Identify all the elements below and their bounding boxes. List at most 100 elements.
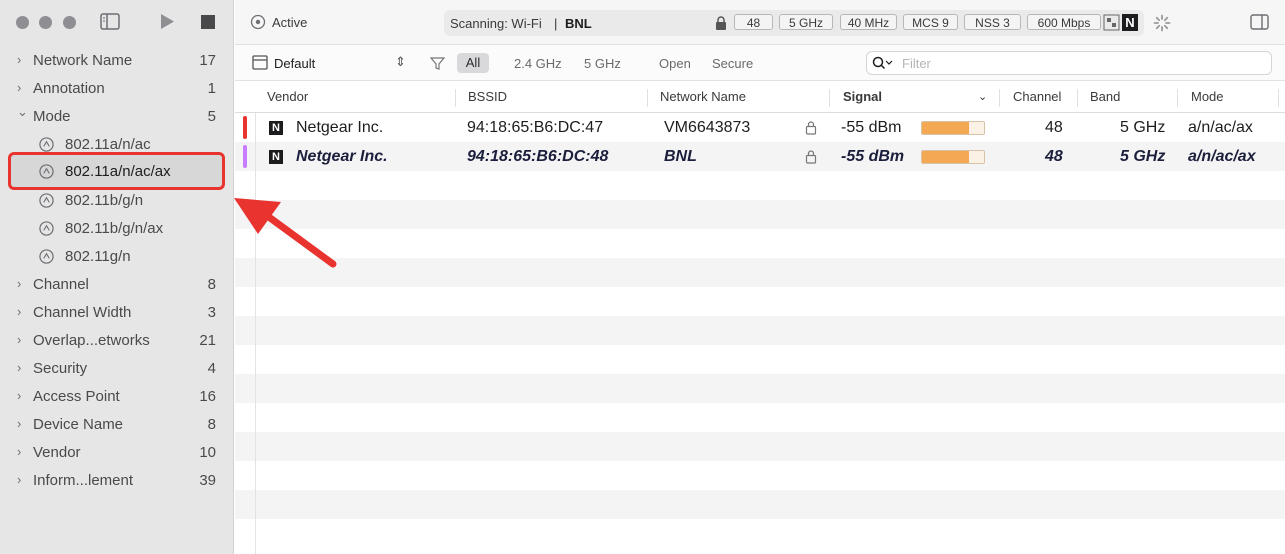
search-icon [872,56,893,70]
sidebar-item-count: 16 [199,388,216,405]
sidebar-item[interactable]: ⌄ Mode 5 [0,104,234,129]
chevron-right-icon[interactable]: › [17,304,21,319]
active-status-icon [250,14,266,30]
channel-cell: 48 [1045,148,1063,165]
sidebar-sub-item[interactable]: 802.11a/n/ac/ax [0,160,234,184]
column-signal[interactable]: Signal [843,89,882,104]
sidebar-item-label: Channel [33,276,89,293]
preset-icon [252,55,268,70]
column-mode[interactable]: Mode [1191,89,1224,104]
table-row [235,316,1285,345]
chevron-right-icon[interactable]: › [17,416,21,431]
mode-cell: a/n/ac/ax [1188,148,1256,165]
segment-2-4ghz[interactable]: 2.4 GHz [514,56,562,71]
preset-select[interactable]: Default [274,56,315,71]
table-row[interactable]: N Netgear Inc. 94:18:65:B6:DC:48 BNL -55 dBm… [235,142,1285,171]
sidebar-item[interactable]: › Security 4 [0,357,234,381]
chevron-right-icon[interactable]: › [17,444,21,459]
active-label: Active [272,15,308,30]
sidebar-item-label: Mode [33,108,71,125]
network-table: Vendor BSSID Network Name Signal ⌄ Chann… [235,81,1285,554]
sort-chevron-icon[interactable]: ⌄ [978,90,987,103]
stop-icon[interactable] [201,15,216,30]
sidebar-item-label: Vendor [33,444,81,461]
chevron-right-icon[interactable]: › [17,360,21,375]
column-vendor[interactable]: Vendor [267,89,308,104]
sidebar-item-label: Access Point [33,388,120,405]
band-cell: 5 GHz [1120,148,1166,165]
chevron-right-icon[interactable]: › [17,80,21,95]
table-row [235,403,1285,432]
sidebar-item[interactable]: › Channel Width 3 [0,301,234,325]
table-row[interactable]: N Netgear Inc. 94:18:65:B6:DC:47 VM6643873 -… [235,113,1285,142]
sidebar-item[interactable]: › Access Point 16 [0,385,234,409]
close-window-button[interactable] [16,16,29,29]
sidebar-sub-item[interactable]: 802.11a/n/ac [0,133,234,157]
sidebar-sub-item[interactable]: 802.11g/n [0,245,234,269]
sidebar-sub-item-label: 802.11b/g/n/ax [65,220,164,237]
table-row [235,432,1285,461]
sidebar-item-count: 39 [199,472,216,489]
mode-badge-icon [39,221,54,236]
segment-5ghz[interactable]: 5 GHz [584,56,621,71]
signal-bar [921,121,985,135]
chevron-right-icon[interactable]: › [17,276,21,291]
chevron-right-icon[interactable]: › [17,472,21,487]
sidebar-item[interactable]: › Vendor 10 [0,441,234,465]
sidebar-sub-item[interactable]: 802.11b/g/n [0,189,234,213]
filter-bar: Default ⇕ All 2.4 GHz 5 GHz Open Secure … [235,45,1285,81]
sidebar-item-label: Device Name [33,416,124,433]
zoom-window-button[interactable] [63,16,76,29]
filter-field[interactable]: Filter [866,51,1272,75]
signal-cell: -55 dBm [841,148,905,165]
chevron-updown-icon[interactable]: ⇕ [395,54,406,70]
sidebar-item[interactable]: › Overlap...etworks 21 [0,329,234,353]
sidebar-sub-item-label: 802.11g/n [65,248,131,265]
sidebar-item[interactable]: › Inform...lement 39 [0,469,234,493]
sidebar-item-label: Overlap...etworks [33,332,150,349]
vendor-cell: Netgear Inc. [296,119,384,136]
mode-badge-icon [39,164,54,179]
scanning-network: BNL [565,16,592,31]
sidebar-toggle-icon[interactable] [100,13,120,30]
segment-open[interactable]: Open [659,56,691,71]
sidebar-item[interactable]: › Channel 8 [0,273,234,297]
column-network-name[interactable]: Network Name [660,89,746,104]
info-chip: 5 GHz [779,14,833,30]
table-row [235,287,1285,316]
sidebar-item-label: Inform...lement [33,472,134,489]
column-bssid[interactable]: BSSID [468,89,507,104]
network-name-cell: BNL [664,148,697,165]
mode-badge-icon [39,137,54,152]
chevron-right-icon[interactable]: › [17,332,21,347]
vendor-cell: Netgear Inc. [296,148,388,165]
sidebar-item-count: 8 [207,416,216,433]
inspector-toggle-icon[interactable] [1250,14,1269,30]
sidebar-toolbar [0,0,233,45]
table-row [235,490,1285,519]
sidebar-sub-item-label: 802.11b/g/n [65,192,144,209]
minimize-window-button[interactable] [39,16,52,29]
mode-badge-icon [39,249,54,264]
chevron-right-icon[interactable]: › [17,388,21,403]
vendor-badge: N [1122,14,1138,31]
table-header: Vendor BSSID Network Name Signal ⌄ Chann… [235,81,1285,113]
scanning-label: Scanning: Wi-Fi [450,16,542,31]
progress-spinner-icon [1153,14,1171,32]
sidebar-item[interactable]: › Device Name 8 [0,413,234,437]
play-icon[interactable] [159,13,175,30]
chevron-right-icon[interactable]: › [17,52,21,67]
chevron-down-icon[interactable]: ⌄ [17,104,28,120]
filter-funnel-icon[interactable] [430,56,445,71]
filter-placeholder: Filter [902,56,931,71]
table-row [235,374,1285,403]
column-band[interactable]: Band [1090,89,1120,104]
segment-secure[interactable]: Secure [712,56,753,71]
sidebar-item-label: Network Name [33,52,133,69]
info-chip: 48 [734,14,773,30]
sidebar-item[interactable]: › Network Name 17 [0,49,234,73]
segment-all[interactable]: All [457,53,489,73]
sidebar-sub-item[interactable]: 802.11b/g/n/ax [0,217,234,241]
column-channel[interactable]: Channel [1013,89,1061,104]
sidebar-item[interactable]: › Annotation 1 [0,77,234,101]
